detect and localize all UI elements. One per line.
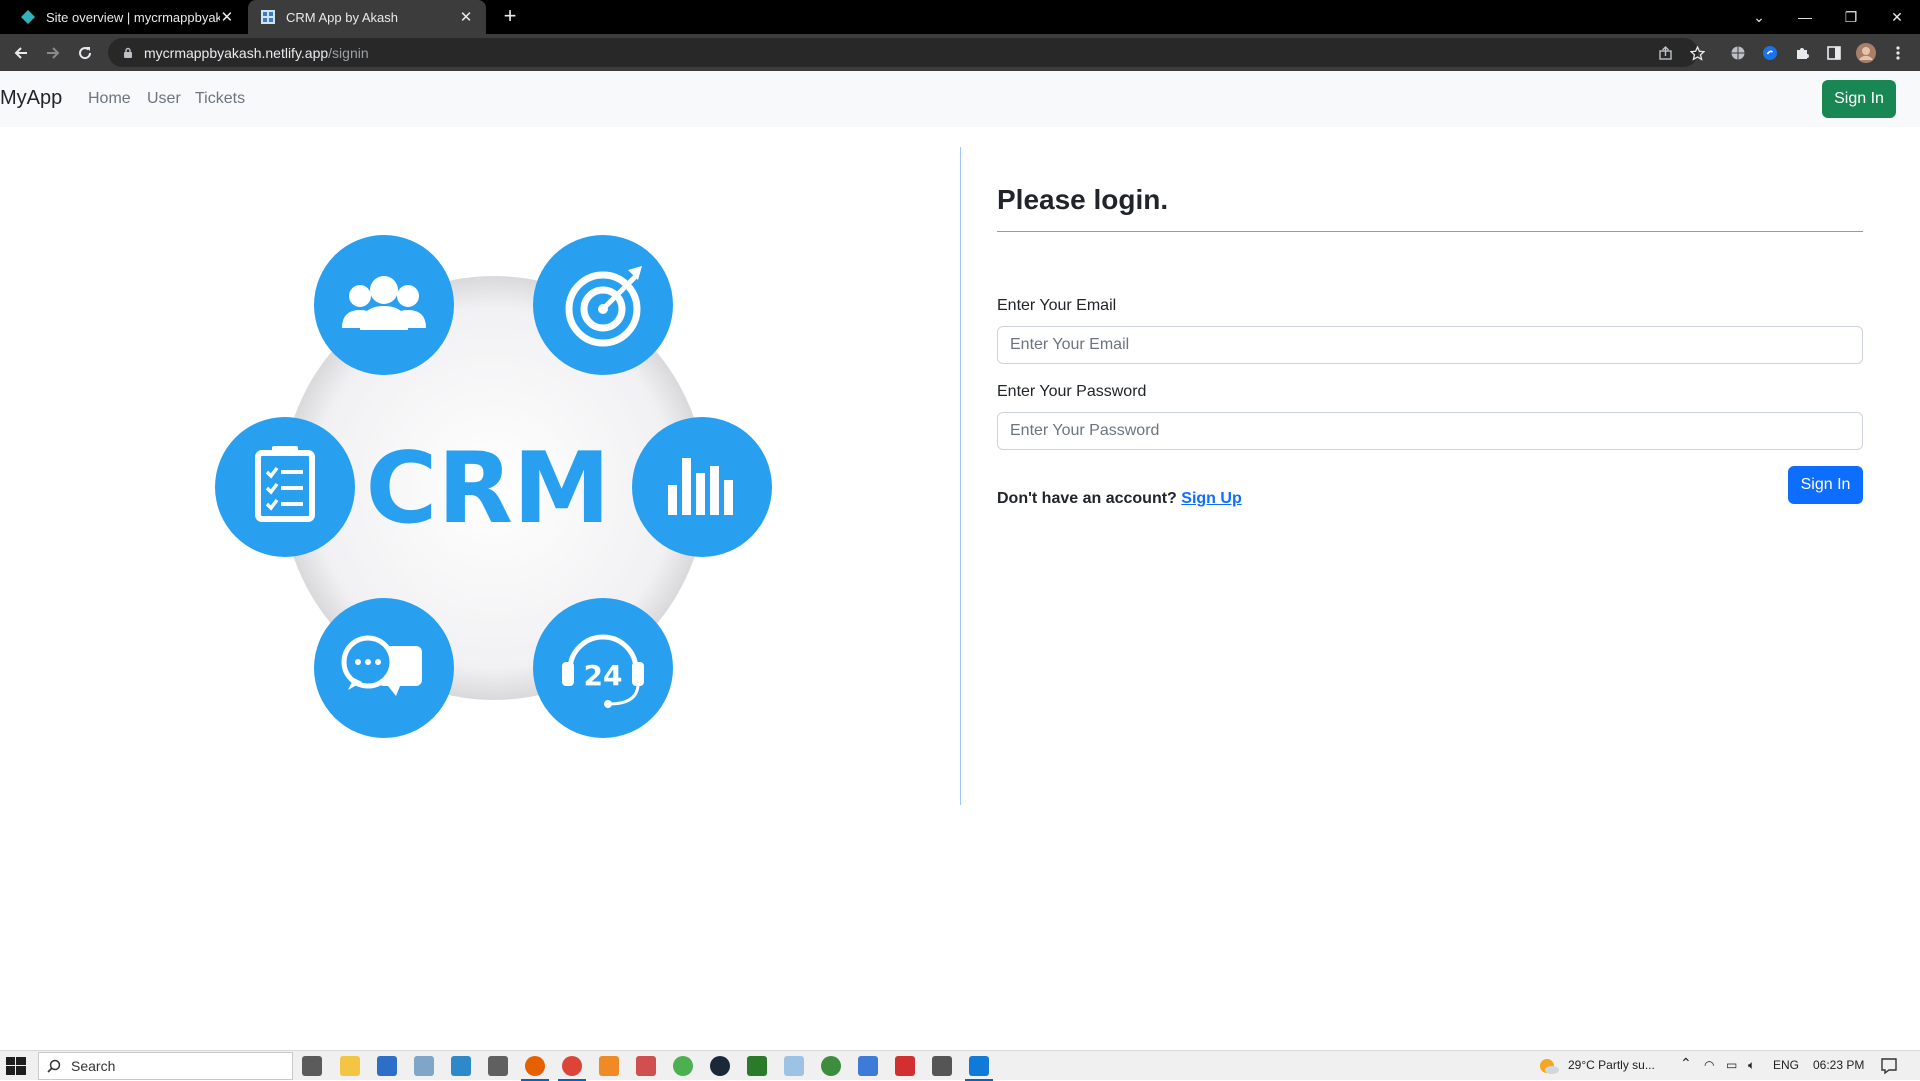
task-view-icon[interactable] [302,1056,322,1076]
language-indicator[interactable]: ENG [1773,1058,1799,1072]
notepad-icon[interactable] [784,1056,804,1076]
restore-icon[interactable]: ❐ [1830,0,1872,34]
url-path: /signin [328,44,369,61]
vscode-icon[interactable] [965,1056,993,1081]
taskbar-search-placeholder: Search [71,1058,116,1074]
minimize-icon[interactable]: — [1784,0,1826,34]
tab-title: Site overview | mycrmappbyakash [46,9,220,25]
group-icon [314,235,454,375]
profile-avatar[interactable] [1855,42,1877,64]
reload-icon[interactable] [72,40,98,66]
side-panel-icon[interactable] [1823,42,1845,64]
crm-illustration: CRM 24 [210,230,780,750]
camera-icon[interactable] [932,1056,952,1076]
app-navbar: MyApp Home User Tickets Sign In [0,71,1920,127]
network-app-icon[interactable] [414,1056,434,1076]
password-input[interactable] [997,412,1863,450]
xbox-icon[interactable] [821,1056,841,1076]
windows-taskbar: Search 29°C Partly su... ⌃ ◠ ▭ 🔈︎ ENG 06… [0,1050,1920,1081]
utorrent-icon[interactable] [673,1056,693,1076]
nav-link-user[interactable]: User [147,90,181,108]
sign-in-submit-button[interactable]: Sign In [1788,466,1863,504]
tab-crm-app[interactable]: CRM App by Akash ✕ [248,0,486,34]
netlify-favicon-icon [21,10,35,24]
forward-arrow-icon[interactable] [40,40,66,66]
weather-partly-sunny-icon[interactable] [1538,1055,1560,1077]
search-icon [47,1059,61,1073]
clock-time[interactable]: 06:23 PM [1813,1058,1864,1072]
tab-site-overview[interactable]: Site overview | mycrmappbyakash ✕ [8,0,246,34]
notification-center-icon[interactable] [1880,1057,1898,1075]
globe-extension-icon[interactable] [1727,42,1749,64]
headset-24-icon: 24 [533,598,673,738]
steam-icon[interactable] [710,1056,730,1076]
tab-close-icon[interactable]: ✕ [220,8,234,26]
recorder-icon[interactable] [895,1056,915,1076]
chrome-menu-kebab-icon[interactable] [1887,42,1909,64]
firefox-icon[interactable] [521,1056,549,1081]
target-icon [533,235,673,375]
shazam-extension-icon[interactable] [1759,42,1781,64]
lock-icon [124,47,132,58]
weather-text[interactable]: 29°C Partly su... [1568,1058,1655,1072]
new-tab-plus-icon[interactable]: + [498,5,522,29]
brand-logo-text[interactable]: MyApp [0,87,62,110]
clipboard-checklist-icon [215,417,355,557]
vlc-icon[interactable] [599,1056,619,1076]
heading-rule [997,231,1863,232]
settings-gear-icon[interactable] [488,1056,508,1076]
browser-toolbar: mycrmappbyakash.netlify.app/signin [0,34,1920,71]
email-input[interactable] [997,326,1863,364]
password-label: Enter Your Password [997,383,1147,400]
signup-prompt-text: Don't have an account? [997,490,1177,507]
tab-search-chevron-icon[interactable]: ⌄ [1738,0,1780,34]
navbar-sign-in-button[interactable]: Sign In [1822,80,1896,118]
chrome-icon[interactable] [558,1056,586,1081]
keyboard-icon[interactable] [858,1056,878,1076]
tray-chevron-up-icon[interactable]: ⌃ [1680,1055,1692,1072]
app-favicon-icon [261,10,275,24]
media-app-icon[interactable] [636,1056,656,1076]
login-heading: Please login. [997,184,1169,215]
wifi-icon[interactable]: ◠ [1704,1058,1714,1072]
app-icon[interactable] [747,1056,767,1076]
store-icon[interactable] [377,1056,397,1076]
tab-title: CRM App by Akash [286,9,398,25]
sign-up-link[interactable]: Sign Up [1181,490,1241,507]
nav-link-tickets[interactable]: Tickets [195,90,245,108]
email-label: Enter Your Email [997,297,1117,314]
address-bar[interactable]: mycrmappbyakash.netlify.app/signin [108,38,1698,67]
close-window-icon[interactable]: ✕ [1876,0,1918,34]
crm-text: CRM [366,432,611,546]
signup-prompt-row: Don't have an account? Sign Up [997,490,1242,508]
bookmark-star-icon[interactable] [1686,42,1708,64]
share-icon[interactable] [1654,42,1676,64]
bar-chart-icon [632,417,772,557]
windows-start-icon[interactable] [6,1057,26,1075]
volume-icon[interactable]: 🔈︎ [1748,1058,1755,1073]
chat-bubbles-icon [314,598,454,738]
nav-link-home[interactable]: Home [88,90,131,108]
tab-close-icon[interactable]: ✕ [458,8,474,26]
browser-tab-strip: Site overview | mycrmappbyakash ✕ CRM Ap… [0,0,1920,34]
file-explorer-icon[interactable] [340,1056,360,1076]
vertical-divider [960,147,961,805]
headset-24-text: 24 [584,659,623,692]
taskbar-search-box[interactable]: Search [38,1052,293,1080]
monitor-app-icon[interactable] [451,1056,471,1076]
extensions-puzzle-icon[interactable] [1791,42,1813,64]
battery-icon[interactable]: ▭ [1726,1058,1737,1072]
back-arrow-icon[interactable] [8,40,34,66]
url-host: mycrmappbyakash.netlify.app [144,44,329,61]
